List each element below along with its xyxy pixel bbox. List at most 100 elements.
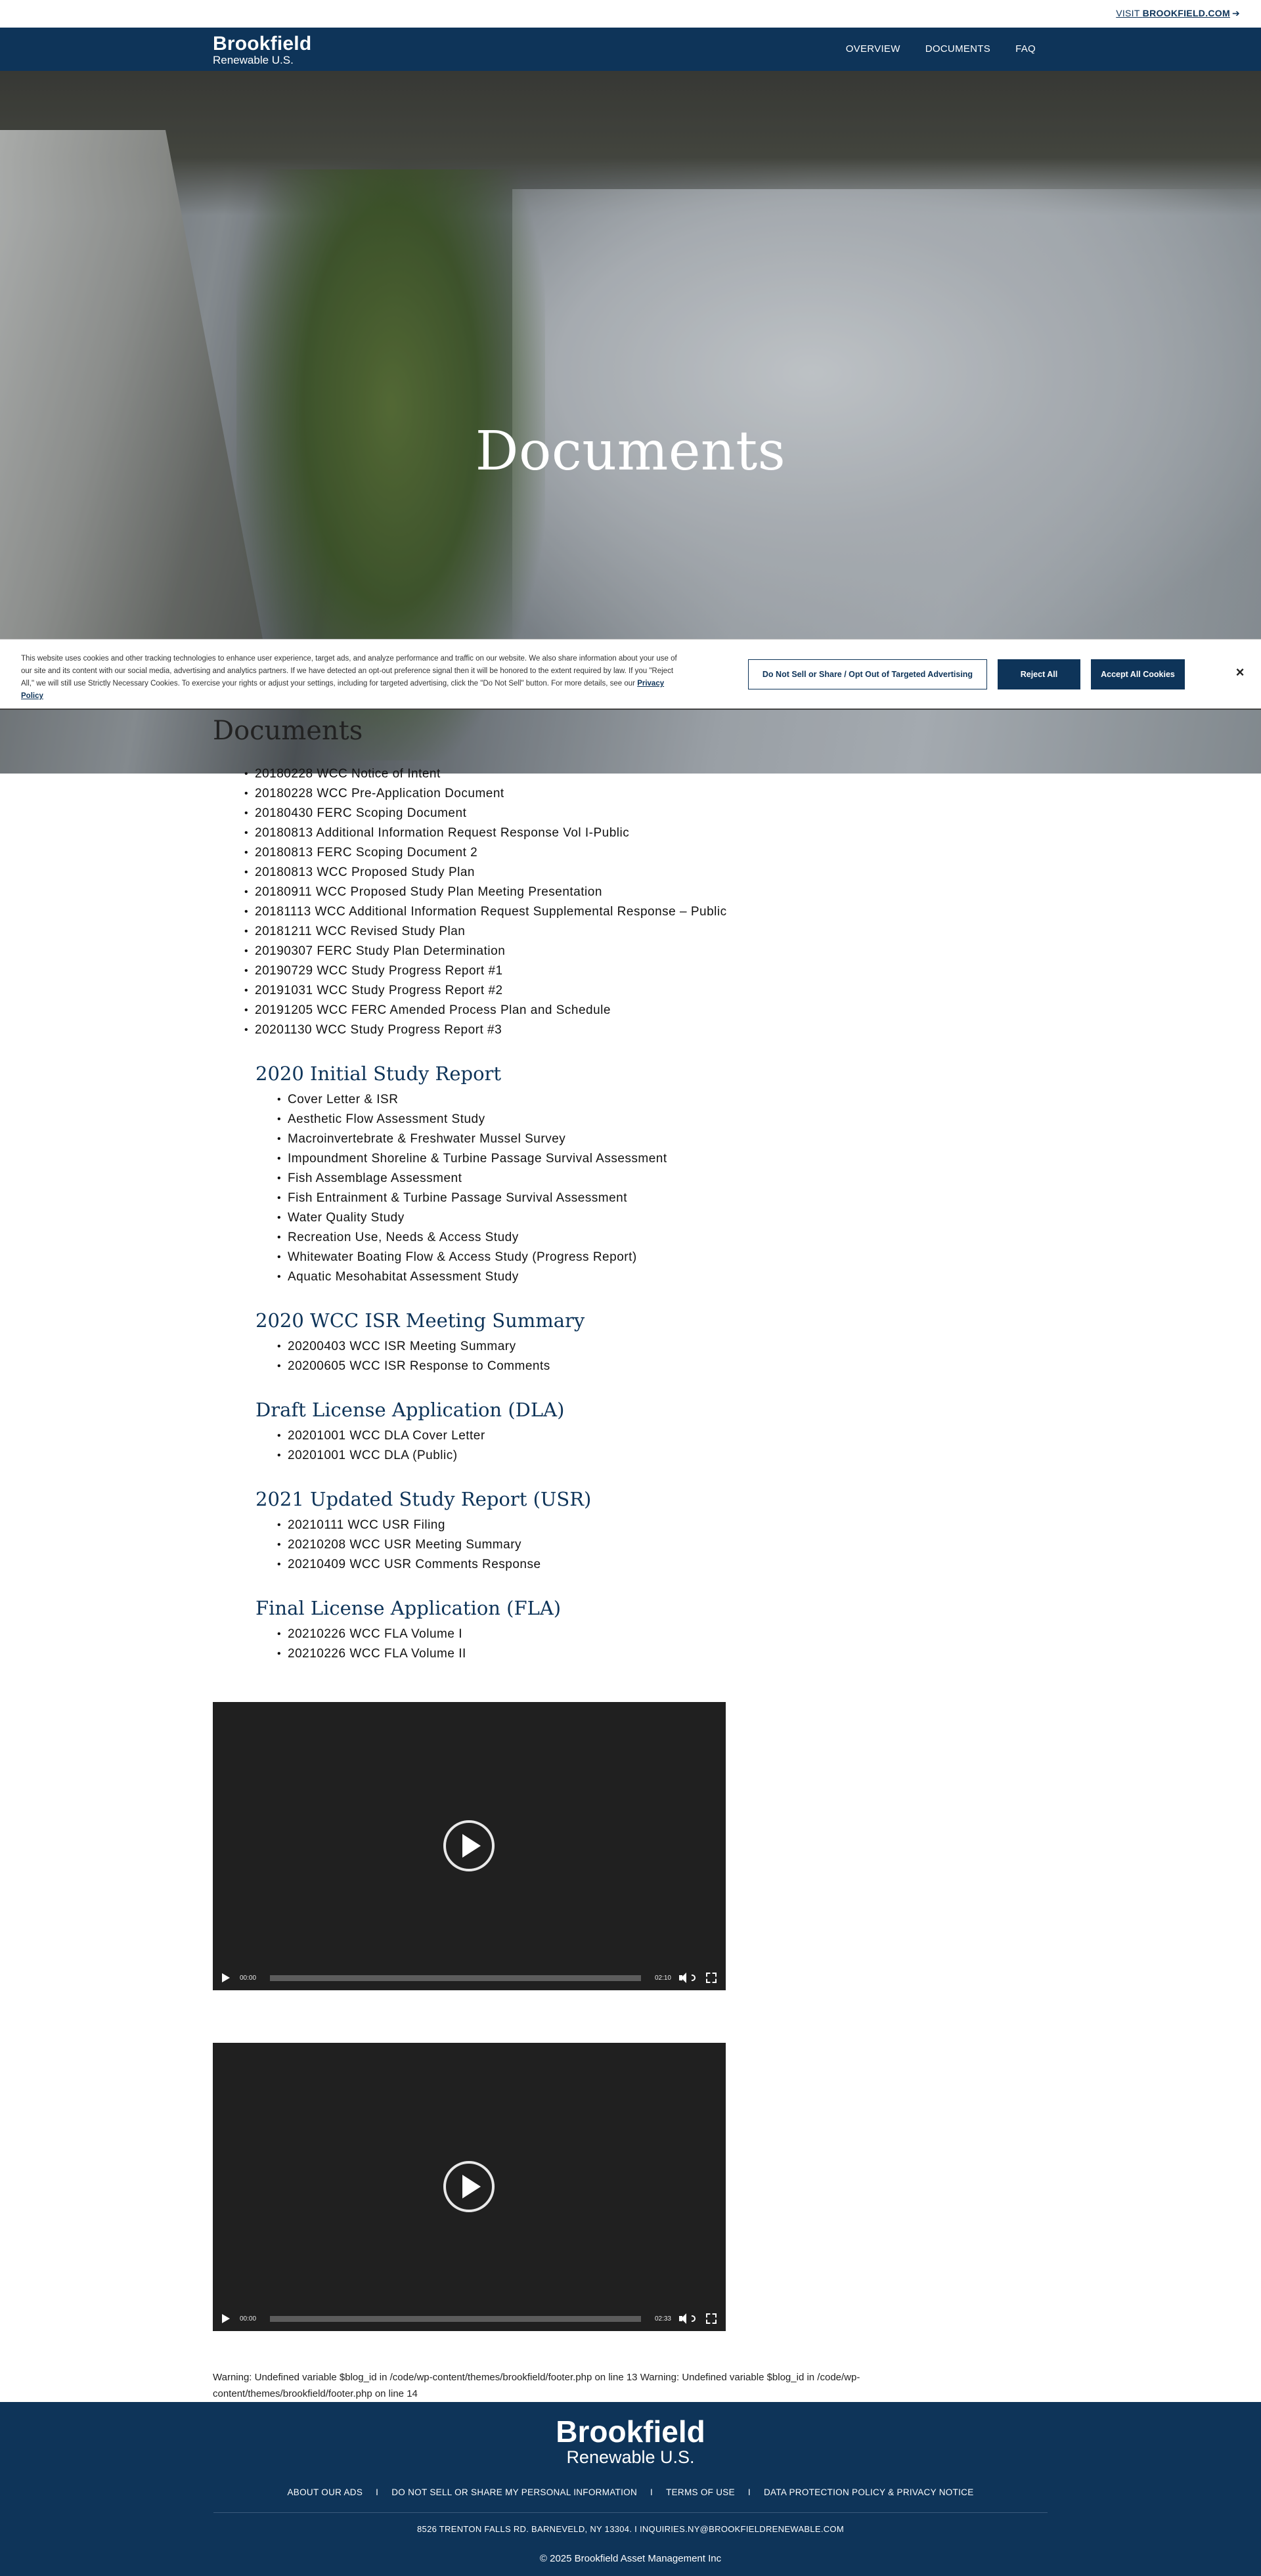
section-list: 20201001 WCC DLA Cover Letter 20201001 W… — [277, 1426, 1001, 1466]
nav-faq[interactable]: FAQ — [1015, 43, 1036, 55]
footer-logo[interactable]: Brookfield Renewable U.S. — [0, 2416, 1261, 2466]
footer-link-terms[interactable]: TERMS OF USE — [666, 2487, 735, 2497]
section-title: Draft License Application (DLA) — [255, 1399, 565, 1421]
volume-icon[interactable] — [679, 1973, 691, 1983]
play-icon[interactable] — [443, 1820, 495, 1871]
footer-link-about-ads[interactable]: ABOUT OUR ADS — [287, 2487, 363, 2497]
footer: Brookfield Renewable U.S. ABOUT OUR ADS … — [0, 2402, 1261, 2576]
footer-link-do-not-sell[interactable]: DO NOT SELL OR SHARE MY PERSONAL INFORMA… — [391, 2487, 637, 2497]
document-link[interactable]: 20181211 WCC Revised Study Plan — [244, 922, 1001, 942]
section-initial-study-report: 2020 Initial Study Report Cover Letter &… — [255, 1062, 1001, 1287]
duration: 02:33 — [654, 2315, 671, 2323]
document-link[interactable]: Aesthetic Flow Assessment Study — [277, 1110, 1001, 1129]
current-time: 00:00 — [240, 2315, 257, 2323]
nav-documents[interactable]: DOCUMENTS — [925, 43, 990, 55]
progress-track[interactable] — [270, 2315, 641, 2322]
section-final-license-application: Final License Application (FLA) 20210226… — [255, 1597, 1001, 1664]
section-list: 20210226 WCC FLA Volume I 20210226 WCC F… — [277, 1625, 1001, 1664]
document-link[interactable]: 20180911 WCC Proposed Study Plan Meeting… — [244, 883, 1001, 902]
visit-site: BROOKFIELD.COM — [1142, 8, 1230, 18]
section-list: 20210111 WCC USR Filing 20210208 WCC USR… — [277, 1516, 1001, 1575]
footer-copyright: © 2025 Brookfield Asset Management Inc — [539, 2553, 722, 2564]
main-content: Documents 20180228 WCC Notice of Intent … — [213, 716, 1001, 1664]
video-controls: 00:00 02:33 — [213, 2306, 726, 2331]
document-link[interactable]: Macroinvertebrate & Freshwater Mussel Su… — [277, 1129, 1001, 1149]
document-link[interactable]: Recreation Use, Needs & Access Study — [277, 1228, 1001, 1248]
volume-icon[interactable] — [679, 2313, 691, 2324]
document-link[interactable]: 20201001 WCC DLA Cover Letter — [277, 1426, 1001, 1446]
fullscreen-icon[interactable] — [706, 1973, 717, 1983]
document-link[interactable]: Fish Assemblage Assessment — [277, 1169, 1001, 1189]
document-link[interactable]: 20181113 WCC Additional Information Requ… — [244, 902, 1001, 922]
document-link[interactable]: Aquatic Mesohabitat Assessment Study — [277, 1267, 1001, 1287]
section-updated-study-report: 2021 Updated Study Report (USR) 20210111… — [255, 1488, 1001, 1575]
document-link[interactable]: 20190729 WCC Study Progress Report #1 — [244, 961, 1001, 981]
document-link[interactable]: 20180813 FERC Scoping Document 2 — [244, 843, 1001, 863]
close-icon[interactable]: × — [1232, 664, 1248, 680]
footer-brand-line1: Brookfield — [556, 2414, 705, 2449]
footer-address: 8526 TRENTON FALLS RD. BARNEVELD, NY 133… — [417, 2524, 844, 2534]
nav-overview[interactable]: OVERVIEW — [846, 43, 900, 55]
hero-title: Documents — [475, 420, 786, 483]
document-link[interactable]: 20180228 WCC Notice of Intent — [244, 764, 1001, 784]
page-title: Documents — [213, 716, 363, 746]
visit-brookfield-link[interactable]: VISIT BROOKFIELD.COM ➔ — [1116, 8, 1240, 19]
accept-all-cookies-button[interactable]: Accept All Cookies — [1091, 659, 1185, 689]
document-link[interactable]: 20180430 FERC Scoping Document — [244, 804, 1001, 823]
video-controls: 00:00 02:10 — [213, 1965, 726, 1990]
volume-wave-icon — [692, 2315, 696, 2322]
document-link[interactable]: 20180813 WCC Proposed Study Plan — [244, 863, 1001, 883]
current-time: 00:00 — [240, 1974, 257, 1982]
document-link[interactable]: 20191031 WCC Study Progress Report #2 — [244, 981, 1001, 1001]
document-link[interactable]: 20210208 WCC USR Meeting Summary — [277, 1535, 1001, 1555]
document-link[interactable]: Fish Entrainment & Turbine Passage Survi… — [277, 1189, 1001, 1208]
play-icon[interactable] — [443, 2161, 495, 2212]
footer-brand-line2: Renewable U.S. — [566, 2447, 695, 2467]
document-link[interactable]: 20200605 WCC ISR Response to Comments — [277, 1357, 1001, 1376]
brand-line2: Renewable U.S. — [213, 54, 294, 66]
section-list: 20200403 WCC ISR Meeting Summary 2020060… — [277, 1337, 1001, 1376]
reject-all-button[interactable]: Reject All — [998, 659, 1080, 689]
document-link[interactable]: Cover Letter & ISR — [277, 1090, 1001, 1110]
document-link[interactable]: 20190307 FERC Study Plan Determination — [244, 942, 1001, 961]
duration: 02:10 — [654, 1974, 671, 1982]
document-link[interactable]: 20201001 WCC DLA (Public) — [277, 1446, 1001, 1466]
document-link[interactable]: 20210111 WCC USR Filing — [277, 1516, 1001, 1535]
footer-separator: I — [747, 2487, 751, 2497]
footer-separator: I — [650, 2487, 653, 2497]
do-not-sell-button[interactable]: Do Not Sell or Share / Opt Out of Target… — [748, 659, 987, 689]
utility-bar: VISIT BROOKFIELD.COM ➔ — [0, 0, 1261, 28]
document-link[interactable]: 20191205 WCC FERC Amended Process Plan a… — [244, 1001, 1001, 1020]
document-link[interactable]: 20210409 WCC USR Comments Response — [277, 1555, 1001, 1575]
section-title: 2020 WCC ISR Meeting Summary — [255, 1309, 585, 1332]
footer-divider — [213, 2512, 1048, 2513]
documents-list: 20180228 WCC Notice of Intent 20180228 W… — [244, 764, 1001, 1040]
document-link[interactable]: 20200403 WCC ISR Meeting Summary — [277, 1337, 1001, 1357]
play-icon[interactable] — [222, 2314, 230, 2323]
document-link[interactable]: Whitewater Boating Flow & Access Study (… — [277, 1248, 1001, 1267]
php-warning: Warning: Undefined variable $blog_id in … — [213, 2372, 860, 2399]
nav-links: OVERVIEW DOCUMENTS FAQ — [846, 43, 1036, 55]
document-link[interactable]: 20210226 WCC FLA Volume II — [277, 1644, 1001, 1664]
section-draft-license-application: Draft License Application (DLA) 20201001… — [255, 1399, 1001, 1466]
brand-logo[interactable]: Brookfield Renewable U.S. — [213, 34, 311, 66]
section-title: 2021 Updated Study Report (USR) — [255, 1488, 592, 1510]
footer-link-privacy[interactable]: DATA PROTECTION POLICY & PRIVACY NOTICE — [764, 2487, 974, 2497]
video-player: 00:00 02:33 — [213, 2043, 726, 2331]
section-list: Cover Letter & ISR Aesthetic Flow Assess… — [277, 1090, 1001, 1287]
video-player: 00:00 02:10 — [213, 1702, 726, 1990]
document-link[interactable]: Water Quality Study — [277, 1208, 1001, 1228]
document-link[interactable]: 20210226 WCC FLA Volume I — [277, 1625, 1001, 1644]
footer-links: ABOUT OUR ADS I DO NOT SELL OR SHARE MY … — [0, 2487, 1261, 2497]
document-link[interactable]: 20180813 Additional Information Request … — [244, 823, 1001, 843]
progress-track[interactable] — [270, 1975, 641, 1981]
footer-separator: I — [376, 2487, 379, 2497]
visit-prefix: VISIT — [1116, 8, 1143, 18]
fullscreen-icon[interactable] — [706, 2313, 717, 2324]
document-link[interactable]: Impoundment Shoreline & Turbine Passage … — [277, 1149, 1001, 1169]
section-title: Final License Application (FLA) — [255, 1597, 562, 1619]
document-link[interactable]: 20180228 WCC Pre-Application Document — [244, 784, 1001, 804]
section-title: 2020 Initial Study Report — [255, 1062, 502, 1085]
play-icon[interactable] — [222, 1973, 230, 1982]
document-link[interactable]: 20201130 WCC Study Progress Report #3 — [244, 1020, 1001, 1040]
